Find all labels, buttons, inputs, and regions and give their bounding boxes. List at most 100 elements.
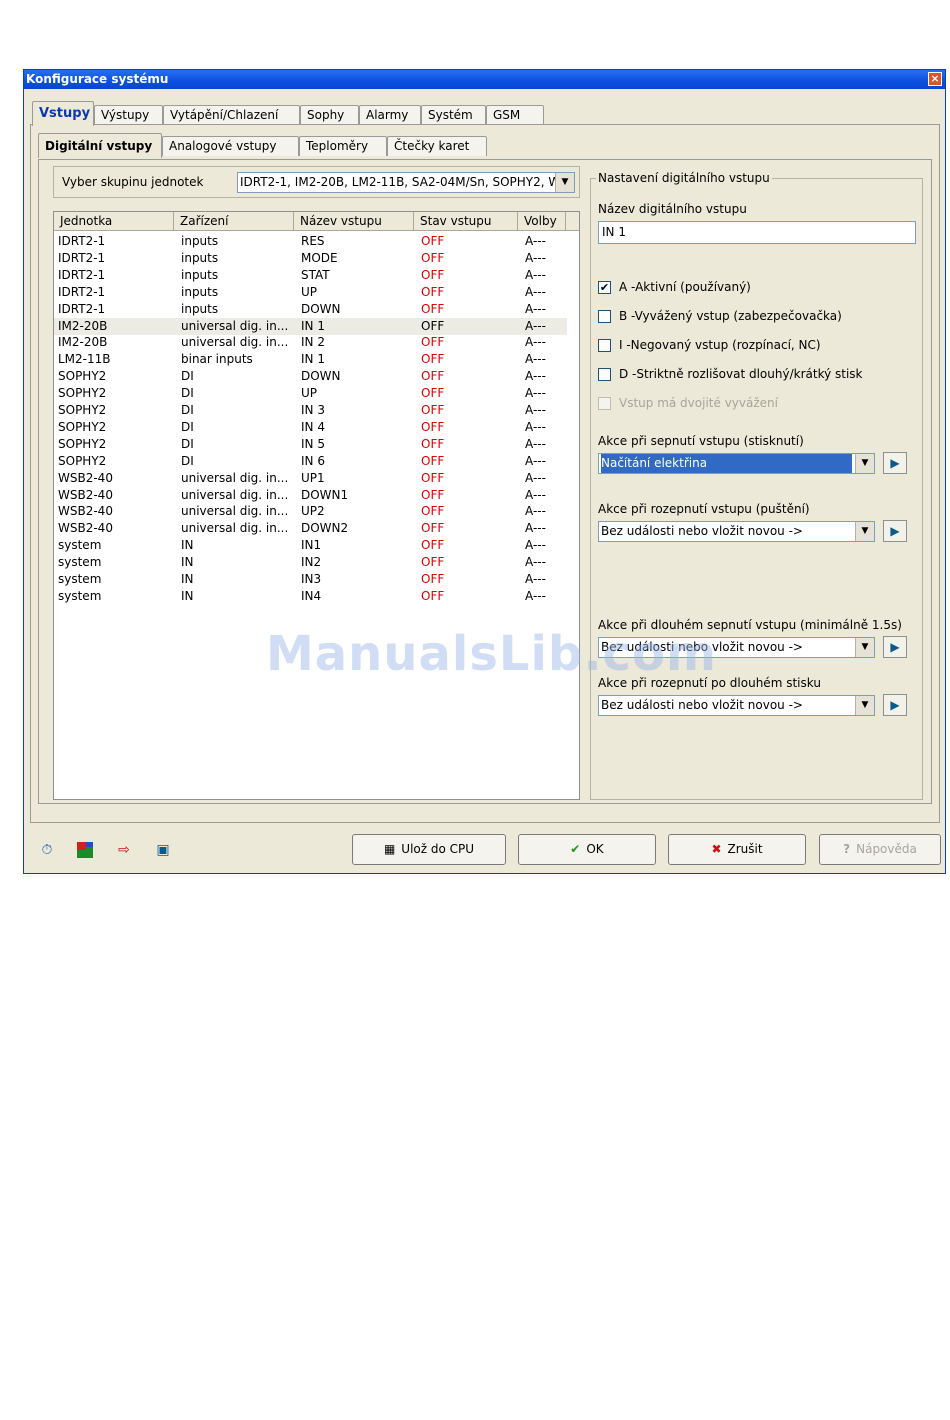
tab-vstupy[interactable]: Vstupy: [32, 101, 94, 126]
chart-icon[interactable]: [76, 841, 94, 859]
table-row[interactable]: IDRT2-1 inputs STAT OFF A---: [54, 267, 567, 284]
cell-stav: OFF: [421, 419, 445, 434]
cell-jednotka: WSB2-40: [58, 487, 113, 502]
table-row[interactable]: IDRT2-1 inputs UP OFF A---: [54, 284, 567, 301]
col-stav[interactable]: Stav vstupu: [414, 212, 518, 230]
inputs-table[interactable]: Jednotka Zařízení Název vstupu Stav vstu…: [53, 211, 580, 800]
cell-stav: OFF: [421, 487, 445, 502]
cell-jednotka: SOPHY2: [58, 436, 107, 451]
cell-volby: A---: [525, 284, 546, 299]
cell-stav: OFF: [421, 301, 445, 316]
option-checkbox-label: Vstup má dvojité vyvážení: [619, 396, 778, 410]
table-row[interactable]: WSB2-40 universal dig. in... UP1 OFF A---: [54, 470, 567, 487]
table-row[interactable]: IM2-20B universal dig. in... IN 2 OFF A---: [54, 334, 567, 351]
tab-vystupy[interactable]: Výstupy: [94, 105, 163, 125]
cell-jednotka: SOPHY2: [58, 403, 107, 417]
table-row[interactable]: LM2-11B binar inputs IN 1 OFF A---: [54, 351, 567, 368]
action-select-value: Bez události nebo vložit novou ->: [601, 524, 803, 538]
group-select-combo[interactable]: IDRT2-1, IM2-20B, LM2-11B, SA2-04M/Sn, S…: [237, 172, 575, 193]
table-row[interactable]: WSB2-40 universal dig. in... DOWN1 OFF A---: [54, 487, 567, 504]
cell-stav: OFF: [421, 386, 445, 401]
edit-action-icon[interactable]: ▶: [883, 520, 907, 542]
title-bar[interactable]: Konfigurace systému ×: [24, 70, 945, 89]
table-row[interactable]: SOPHY2 DI DOWN OFF A---: [54, 368, 567, 385]
table-row[interactable]: system IN IN3 OFF A---: [54, 571, 567, 588]
tab-teplomery[interactable]: Teploměry: [299, 136, 387, 156]
option-checkbox-label: A -Aktivní (používaný): [619, 280, 751, 294]
cell-stav: OFF: [421, 250, 445, 265]
export-icon[interactable]: ⇨: [115, 841, 133, 859]
edit-action-icon[interactable]: ▶: [883, 452, 907, 474]
edit-action-icon[interactable]: ▶: [883, 636, 907, 658]
table-row[interactable]: system IN IN2 OFF A---: [54, 554, 567, 571]
chevron-down-icon[interactable]: ▼: [855, 522, 874, 541]
ok-button[interactable]: ✔ OK: [518, 834, 656, 865]
table-row[interactable]: SOPHY2 DI IN 6 OFF A---: [54, 453, 567, 470]
cancel-label: Zrušit: [727, 842, 763, 856]
tab-vytapeni[interactable]: Vytápění/Chlazení: [163, 105, 300, 125]
table-row[interactable]: SOPHY2 DI IN 4 OFF A---: [54, 419, 567, 436]
script-icon[interactable]: ▣: [154, 841, 172, 859]
col-jednotka[interactable]: Jednotka: [54, 212, 174, 230]
table-row[interactable]: IM2-20B universal dig. in... IN 1 OFF A---: [54, 317, 567, 335]
name-label: Název digitálního vstupu: [598, 202, 747, 216]
cross-icon: ✖: [711, 842, 722, 856]
tab-analogove-vstupy[interactable]: Analogové vstupy: [162, 136, 299, 156]
cell-zarizeni: inputs: [181, 301, 219, 316]
cell-volby: A---: [525, 386, 546, 401]
save-cpu-label: Ulož do CPU: [401, 842, 475, 856]
cell-stav: OFF: [421, 555, 445, 570]
table-row[interactable]: IDRT2-1 inputs DOWN OFF A---: [54, 301, 567, 318]
close-icon[interactable]: ×: [928, 72, 942, 86]
cell-jednotka: LM2-11B: [58, 352, 111, 367]
cell-nazev: STAT: [301, 267, 330, 282]
tab-ctecky-karet[interactable]: Čtečky karet: [387, 136, 487, 156]
help-button[interactable]: ? Nápověda: [819, 834, 941, 865]
table-row[interactable]: IDRT2-1 inputs MODE OFF A---: [54, 250, 567, 267]
cell-nazev: UP: [301, 386, 318, 401]
save-cpu-button[interactable]: ▦ Ulož do CPU: [352, 834, 506, 865]
action-select-value: Bez události nebo vložit novou ->: [601, 698, 803, 712]
cancel-button[interactable]: ✖ Zrušit: [668, 834, 806, 865]
action-select[interactable]: Bez události nebo vložit novou -> ▼: [598, 695, 875, 716]
option-checkbox[interactable]: [598, 339, 611, 352]
cell-stav: OFF: [421, 352, 445, 367]
tab-gsm[interactable]: GSM: [486, 105, 544, 125]
cell-jednotka: IDRT2-1: [58, 234, 106, 248]
table-row[interactable]: IDRT2-1 inputs RES OFF A---: [54, 233, 567, 250]
tab-system[interactable]: Systém: [421, 105, 486, 125]
tab-sophy[interactable]: Sophy: [300, 105, 359, 125]
col-volby[interactable]: Volby: [518, 212, 566, 230]
cell-nazev: IN1: [301, 538, 322, 553]
col-nazev[interactable]: Název vstupu: [294, 212, 414, 230]
table-row[interactable]: system IN IN4 OFF A---: [54, 588, 567, 605]
action-select[interactable]: Bez události nebo vložit novou -> ▼: [598, 521, 875, 542]
option-checkbox[interactable]: ✔: [598, 281, 611, 294]
cell-stav: OFF: [421, 335, 445, 350]
table-row[interactable]: WSB2-40 universal dig. in... DOWN2 OFF A---: [54, 520, 567, 537]
chevron-down-icon[interactable]: ▼: [555, 173, 574, 192]
cell-nazev: IN3: [301, 572, 322, 586]
chevron-down-icon[interactable]: ▼: [855, 696, 874, 715]
table-row[interactable]: SOPHY2 DI UP OFF A---: [54, 385, 567, 402]
cell-volby: A---: [525, 572, 546, 586]
name-input[interactable]: IN 1: [598, 221, 916, 244]
table-row[interactable]: WSB2-40 universal dig. in... UP2 OFF A---: [54, 503, 567, 520]
cell-jednotka: system: [58, 572, 102, 586]
option-checkbox[interactable]: [598, 310, 611, 323]
cell-zarizeni: DI: [181, 386, 194, 401]
table-row[interactable]: SOPHY2 DI IN 3 OFF A---: [54, 402, 567, 419]
cell-nazev: RES: [301, 234, 325, 248]
edit-action-icon[interactable]: ▶: [883, 694, 907, 716]
tab-digitalni-vstupy[interactable]: Digitální vstupy: [38, 133, 162, 158]
tab-alarmy[interactable]: Alarmy: [359, 105, 421, 125]
chevron-down-icon[interactable]: ▼: [855, 454, 874, 473]
stopwatch-icon[interactable]: ⏱: [38, 841, 56, 859]
col-zarizeni[interactable]: Zařízení: [174, 212, 294, 230]
chevron-down-icon[interactable]: ▼: [855, 638, 874, 657]
table-row[interactable]: SOPHY2 DI IN 5 OFF A---: [54, 436, 567, 453]
action-select[interactable]: Načítání elektřina ▼: [598, 453, 875, 474]
table-row[interactable]: system IN IN1 OFF A---: [54, 537, 567, 554]
cell-jednotka: WSB2-40: [58, 521, 113, 536]
option-checkbox[interactable]: [598, 368, 611, 381]
